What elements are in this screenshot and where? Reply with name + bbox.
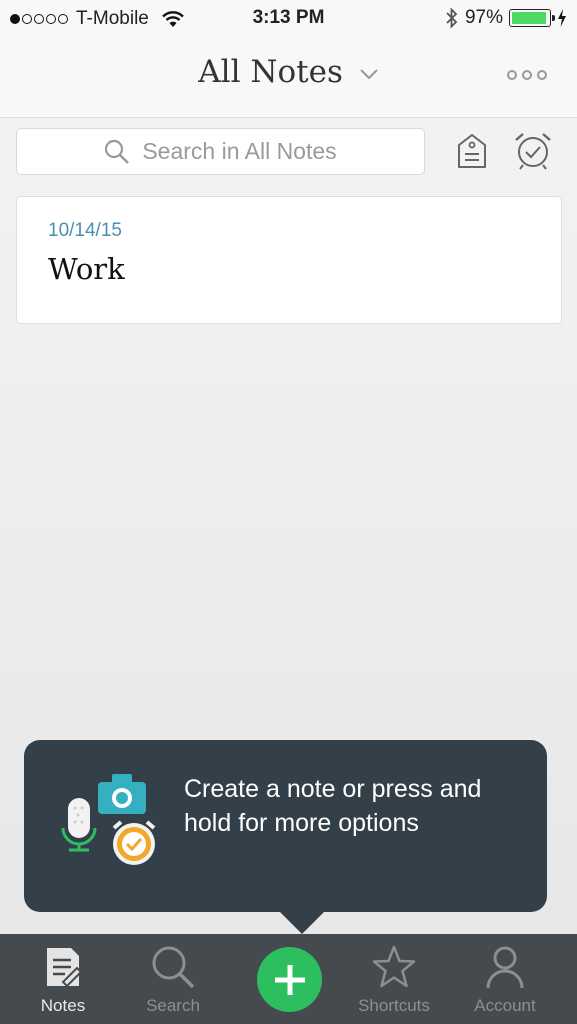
tooltip-illustration [61, 774, 156, 865]
status-bar: T-Mobile 3:13 PM 97% [0, 0, 577, 40]
tab-bar: Notes Search Shortcuts Account [0, 934, 577, 1024]
add-note-button[interactable] [257, 947, 322, 1012]
reminder-alarm-icon[interactable] [513, 131, 553, 171]
notebook-selector[interactable]: All Notes [0, 54, 577, 90]
account-icon [486, 946, 524, 989]
page-title: All Notes [198, 54, 343, 90]
add-note-icon [274, 964, 305, 995]
more-options-icon[interactable] [507, 70, 547, 80]
search-input[interactable]: Search in All Notes [16, 128, 425, 175]
search-icon [152, 946, 195, 989]
navigation-bar: All Notes [0, 40, 577, 118]
search-placeholder: Search in All Notes [142, 138, 337, 164]
note-card[interactable]: 10/14/15 Work [16, 196, 562, 324]
tab-account-label: Account [474, 996, 536, 1015]
tag-icon[interactable] [456, 133, 488, 169]
tab-search[interactable]: Search [118, 934, 228, 1024]
note-title: Work [48, 252, 125, 286]
tab-search-label: Search [146, 996, 200, 1015]
star-icon [372, 945, 416, 988]
tab-notes-label: Notes [40, 996, 86, 1015]
tab-shortcuts[interactable]: Shortcuts [339, 934, 449, 1024]
status-right: 97% [445, 7, 567, 29]
battery-percent: 97% [464, 7, 503, 28]
note-date: 10/14/15 [48, 220, 122, 241]
bluetooth-icon [446, 7, 458, 29]
charging-icon [558, 9, 566, 27]
search-icon [105, 139, 130, 164]
camera-icon [98, 774, 146, 814]
notes-icon [47, 948, 83, 988]
battery-icon [509, 9, 555, 27]
microphone-icon [61, 798, 97, 852]
alarm-clock-icon [112, 820, 156, 865]
tab-account[interactable]: Account [450, 934, 560, 1024]
chevron-down-icon [360, 68, 378, 79]
create-note-tooltip[interactable]: Create a note or press and hold for more… [24, 740, 547, 934]
tab-shortcuts-label: Shortcuts [358, 996, 430, 1015]
tooltip-text: Create a note or press and hold for more… [184, 775, 482, 837]
tab-notes[interactable]: Notes [8, 934, 118, 1024]
